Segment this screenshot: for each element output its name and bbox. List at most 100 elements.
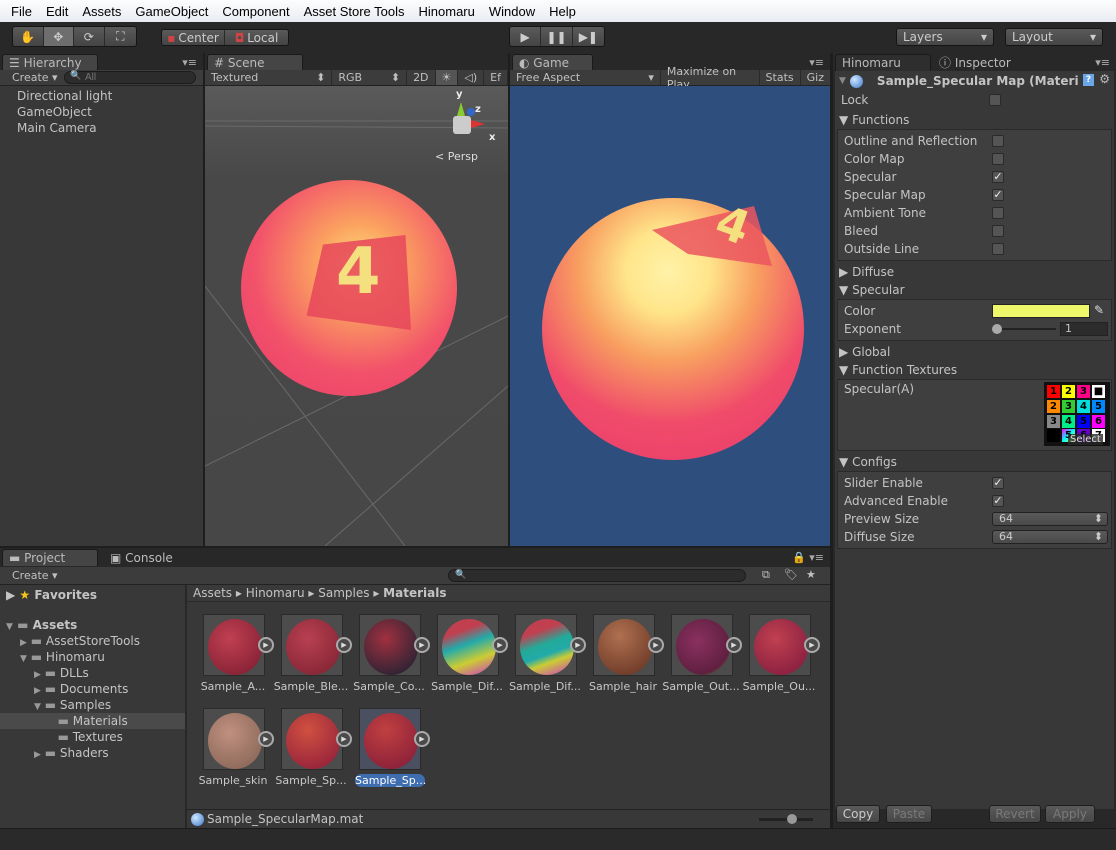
section-functions[interactable]: ▼ Functions <box>835 111 1114 129</box>
menu-file[interactable]: File <box>4 4 39 19</box>
hierarchy-item[interactable]: GameObject <box>17 104 203 120</box>
project-tree-item[interactable]: ▼ ▬ Hinomaru <box>0 649 185 665</box>
tab-scene[interactable]: # Scene <box>207 54 303 71</box>
2d-toggle[interactable]: 2D <box>407 70 436 85</box>
effects-dropdown[interactable]: Ef <box>484 70 508 85</box>
pivot-center-button[interactable]: ▪ Center <box>162 30 226 45</box>
project-tree-item[interactable]: ▬ Materials <box>0 713 185 729</box>
breadcrumb-item[interactable]: Samples <box>318 586 369 600</box>
favorite-star-icon[interactable]: ★ <box>806 568 816 581</box>
project-tree-item[interactable]: ▼ ▬ Samples <box>0 697 185 713</box>
foldout-icon[interactable] <box>48 734 54 744</box>
preview-size-dropdown[interactable]: 64 ⬍ <box>992 512 1108 526</box>
lock-checkbox[interactable] <box>989 94 1001 106</box>
project-tree-item[interactable]: ▼ ▬ Assets <box>0 617 185 633</box>
game-view[interactable]: 4 <box>510 86 830 546</box>
asset-thumbnail[interactable]: ▶ <box>515 614 586 676</box>
breadcrumb-current[interactable]: Materials <box>383 586 446 600</box>
gizmo-x-arrow[interactable] <box>471 120 485 128</box>
project-search-input[interactable]: 🔍 <box>448 569 746 582</box>
menu-gameobject[interactable]: GameObject <box>128 4 215 19</box>
hierarchy-item[interactable]: Main Camera <box>17 120 203 136</box>
foldout-icon[interactable]: ▼ <box>34 702 41 712</box>
gear-icon[interactable]: ⚙ <box>1099 72 1110 86</box>
paste-button[interactable]: Paste <box>886 805 932 823</box>
layers-dropdown[interactable]: Layers ▾ <box>896 28 994 46</box>
asset-thumbnail[interactable]: ▶ <box>203 708 274 770</box>
foldout-icon[interactable]: ▼ <box>20 654 27 664</box>
scale-tool-icon[interactable]: ⛶ <box>105 27 136 46</box>
hierarchy-search-input[interactable] <box>64 71 196 84</box>
persp-label[interactable]: < Persp <box>435 150 478 163</box>
menu-edit[interactable]: Edit <box>39 4 75 19</box>
function-checkbox[interactable] <box>992 153 1004 165</box>
asset-label[interactable]: Sample_Dif... <box>505 680 585 693</box>
hierarchy-item[interactable]: Directional light <box>17 88 203 104</box>
move-tool-icon[interactable]: ✥ <box>43 27 75 46</box>
exponent-slider-track[interactable] <box>994 328 1056 330</box>
panel-menu-icon[interactable]: 🔒 ▾≡ <box>792 551 824 564</box>
rotate-tool-icon[interactable]: ⟳ <box>74 27 105 46</box>
section-configs[interactable]: ▼ Configs <box>835 453 1114 471</box>
foldout-icon[interactable]: ▶ <box>20 638 27 648</box>
function-checkbox[interactable] <box>992 243 1004 255</box>
pivot-local-button[interactable]: ◘ Local <box>225 30 288 45</box>
expand-arrow-icon[interactable]: ▶ <box>570 637 586 653</box>
asset-label[interactable]: Sample_Sp... <box>355 774 426 787</box>
expand-arrow-icon[interactable]: ▶ <box>258 637 274 653</box>
asset-thumbnail[interactable]: ▶ <box>281 708 352 770</box>
gizmos-dropdown[interactable]: Giz <box>801 70 830 85</box>
section-function-textures[interactable]: ▼ Function Textures <box>835 361 1114 379</box>
panel-menu-icon[interactable]: ▾≡ <box>182 56 197 69</box>
audio-toggle-icon[interactable]: ◁) <box>458 70 485 85</box>
create-dropdown[interactable]: Create ▾ <box>0 71 58 84</box>
expand-arrow-icon[interactable]: ▶ <box>726 637 742 653</box>
foldout-icon[interactable]: ▶ <box>34 750 41 760</box>
project-tree-item[interactable]: ▶ ▬ DLLs <box>0 665 185 681</box>
panel-menu-icon[interactable]: ▾≡ <box>809 56 824 69</box>
texture-select-button[interactable]: Select <box>1068 434 1103 445</box>
function-checkbox[interactable]: ✓ <box>992 171 1004 183</box>
function-checkbox[interactable] <box>992 207 1004 219</box>
sphere-model[interactable]: 4 <box>241 180 457 396</box>
section-specular[interactable]: ▼ Specular <box>835 281 1114 299</box>
project-tree-item[interactable]: ▶ ▬ AssetStoreTools <box>0 633 185 649</box>
help-icon[interactable]: ? <box>1083 74 1094 86</box>
menu-window[interactable]: Window <box>482 4 542 19</box>
asset-label[interactable]: Sample_Dif... <box>427 680 507 693</box>
tab-inspector[interactable]: ⓘ Inspector <box>933 54 1029 71</box>
expand-arrow-icon[interactable]: ▶ <box>336 637 352 653</box>
gizmo-z-arrow[interactable] <box>467 108 475 116</box>
expand-arrow-icon[interactable]: ▶ <box>258 731 274 747</box>
asset-label[interactable]: Sample_Ble... <box>271 680 351 693</box>
section-diffuse[interactable]: ▶ Diffuse <box>835 263 1114 281</box>
panel-menu-icon[interactable]: ▾≡ <box>1095 56 1110 69</box>
project-tree-item[interactable]: ▶ ▬ Shaders <box>0 745 185 761</box>
specular-color-field[interactable] <box>992 304 1090 318</box>
foldout-icon[interactable]: ▼ <box>6 622 13 632</box>
diffuse-size-dropdown[interactable]: 64 ⬍ <box>992 530 1108 544</box>
filter-label-icon[interactable]: 🏷 <box>784 568 798 581</box>
lighting-toggle-icon[interactable]: ☀ <box>435 70 459 85</box>
expand-arrow-icon[interactable]: ▶ <box>804 637 820 653</box>
slider-enable-checkbox[interactable]: ✓ <box>992 477 1004 489</box>
apply-button[interactable]: Apply <box>1045 805 1095 823</box>
menu-component[interactable]: Component <box>215 4 296 19</box>
tab-game[interactable]: ◐ Game <box>512 54 593 71</box>
function-checkbox[interactable]: ✓ <box>992 189 1004 201</box>
function-checkbox[interactable] <box>992 135 1004 147</box>
asset-label[interactable]: Sample_Sp... <box>271 774 351 787</box>
project-tree-item[interactable]: ▶ ▬ Documents <box>0 681 185 697</box>
gizmo-y-arrow[interactable] <box>457 102 465 116</box>
expand-arrow-icon[interactable]: ▶ <box>414 731 430 747</box>
tab-project[interactable]: ▬ Project <box>2 549 98 566</box>
aspect-dropdown[interactable]: Free Aspect ▾ <box>510 70 661 85</box>
asset-label[interactable]: Sample_Co... <box>349 680 429 693</box>
exponent-input[interactable]: 1 <box>1060 322 1108 336</box>
project-tree-item[interactable]: ▬ Textures <box>0 729 185 745</box>
stats-toggle[interactable]: Stats <box>760 70 801 85</box>
asset-thumbnail[interactable]: ▶ <box>359 708 430 770</box>
asset-thumbnail[interactable]: ▶ <box>671 614 742 676</box>
favorites-item[interactable]: ▶ ★ Favorites <box>0 587 185 603</box>
tab-hinomaru[interactable]: Hinomaru <box>835 54 931 71</box>
